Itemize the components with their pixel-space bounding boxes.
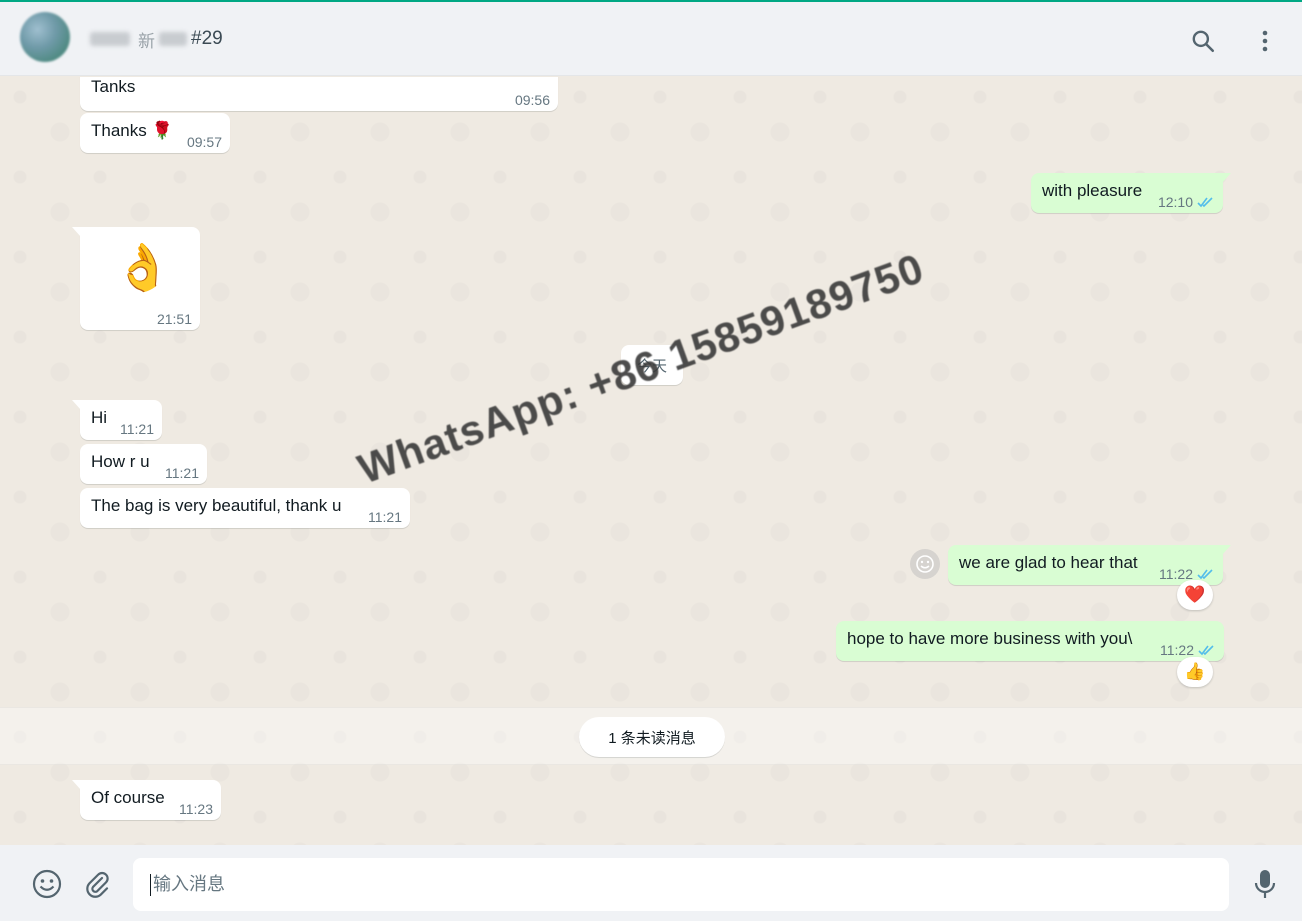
message-text: Thanks 🌹	[91, 121, 173, 140]
blurred-name-part	[159, 32, 187, 46]
unread-divider: 1 条未读消息	[579, 717, 725, 757]
message-time: 21:51	[156, 311, 192, 327]
contact-avatar[interactable]	[20, 12, 70, 62]
chat-area[interactable]: Tanks 09:56 Thanks 🌹 09:57 with pleasure…	[0, 77, 1302, 845]
composer-bar	[0, 845, 1302, 921]
chat-header: 新 #29	[0, 2, 1302, 76]
reaction-heart[interactable]: ❤️	[1177, 580, 1213, 610]
message-outgoing[interactable]: hope to have more business with you\ 11:…	[836, 621, 1224, 661]
message-time: 09:56	[514, 92, 550, 108]
message-time: 11:21	[120, 421, 154, 437]
message-time: 11:22	[1160, 642, 1194, 658]
message-time-wrap: 12:10	[1158, 194, 1215, 210]
message-text: Of course	[91, 788, 165, 807]
message-incoming[interactable]: Hi 11:21	[72, 400, 162, 440]
double-check-icon	[1198, 645, 1214, 656]
message-text: hope to have more business with you\	[847, 629, 1133, 648]
text-caret	[150, 874, 151, 896]
message-text: How r u	[91, 452, 150, 471]
message-incoming[interactable]: Of course 11:23	[72, 780, 221, 820]
menu-icon[interactable]	[1250, 26, 1280, 56]
message-input[interactable]	[133, 858, 1229, 911]
message-text: Hi	[91, 408, 108, 427]
watermark-text: WhatsApp: +86 15859189750	[351, 243, 930, 493]
contact-name-char: 新	[138, 31, 155, 51]
message-time: 11:21	[165, 465, 199, 481]
message-outgoing[interactable]: with pleasure 12:10	[1031, 173, 1231, 213]
message-incoming[interactable]: The bag is very beautiful, thank u 11:21	[80, 488, 410, 528]
message-incoming[interactable]: Thanks 🌹 09:57	[80, 113, 230, 153]
attach-icon[interactable]	[80, 867, 114, 901]
search-icon[interactable]	[1188, 26, 1218, 56]
message-incoming[interactable]: How r u 11:21	[80, 444, 207, 484]
emoji-icon[interactable]	[30, 867, 64, 901]
message-text: we are glad to hear that	[959, 553, 1138, 572]
message-time: 11:21	[368, 509, 402, 525]
message-incoming[interactable]: Tanks 09:56	[80, 77, 558, 111]
message-time: 11:23	[179, 801, 213, 817]
mic-icon[interactable]	[1248, 867, 1282, 901]
message-text: with pleasure	[1042, 181, 1143, 200]
message-time: 12:10	[1157, 194, 1193, 210]
double-check-icon	[1197, 197, 1213, 208]
message-time: 09:57	[186, 134, 222, 150]
react-emoji-button[interactable]	[910, 549, 940, 579]
ok-hand-emoji: 👌	[114, 241, 172, 293]
message-time-wrap: 11:22	[1160, 642, 1216, 658]
double-check-icon	[1197, 569, 1213, 580]
contact-name[interactable]: 新 #29	[90, 27, 223, 51]
reaction-thumbs-up[interactable]: 👍	[1177, 657, 1213, 687]
message-outgoing[interactable]: we are glad to hear that 11:22	[948, 545, 1231, 585]
message-text: The bag is very beautiful, thank u	[91, 496, 342, 515]
blurred-name-part	[90, 32, 130, 46]
smiley-icon	[916, 555, 934, 573]
contact-suffix: #29	[191, 28, 223, 49]
message-incoming-emoji[interactable]: 👌 21:51	[72, 227, 200, 330]
message-text: Tanks	[91, 77, 136, 96]
